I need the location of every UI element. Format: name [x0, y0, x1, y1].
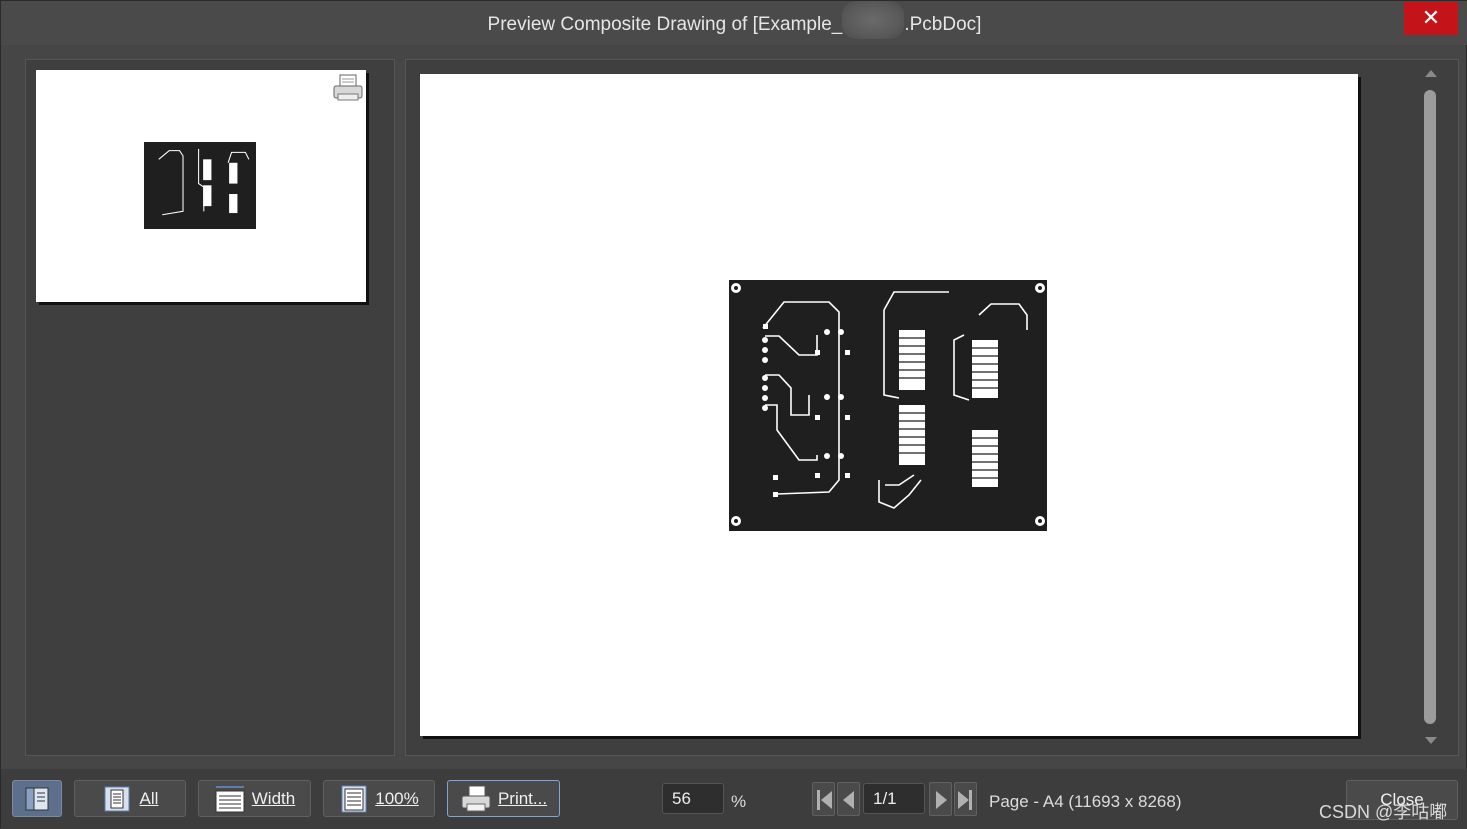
zoom-input[interactable]: 56 — [662, 783, 724, 814]
thumbnail-board — [144, 142, 256, 229]
scroll-down-icon[interactable] — [1425, 737, 1437, 744]
first-page-button[interactable] — [812, 782, 835, 816]
pcb-board — [729, 280, 1047, 531]
zoom-unit: % — [731, 792, 747, 811]
last-page-button[interactable] — [954, 782, 977, 816]
scroll-thumb[interactable] — [1424, 90, 1436, 724]
next-page-icon — [936, 791, 947, 809]
page-actual-size-icon — [341, 785, 367, 812]
previous-page-icon — [843, 791, 854, 809]
print-label: Print... — [497, 788, 548, 808]
page-fit-all-icon — [104, 786, 130, 811]
pcb-drawing — [731, 283, 1045, 526]
mounting-holes — [731, 283, 1045, 526]
printer-icon — [461, 785, 491, 811]
fit-all-label: All — [139, 788, 159, 808]
bottom-toolbar: All Width 100% Print... 56 % 1/1 Page - … — [1, 769, 1467, 829]
redacted-filename — [842, 1, 905, 39]
print-button[interactable]: Print... — [447, 780, 560, 817]
page-number-input[interactable]: 1/1 — [863, 783, 925, 814]
window-title: Preview Composite Drawing of [Example_ .P… — [1, 1, 1467, 39]
next-page-button[interactable] — [929, 782, 952, 816]
fit-width-button[interactable]: Width — [198, 780, 311, 817]
zoom-100-button[interactable]: 100% — [323, 780, 435, 817]
vertical-scrollbar[interactable] — [1422, 66, 1442, 752]
pads-left — [762, 324, 850, 497]
printer-icon — [333, 74, 363, 101]
thumbnail-board-drawing — [158, 148, 250, 216]
window-close-button[interactable]: ✕ — [1404, 2, 1458, 35]
title-suffix: .PcbDoc] — [904, 14, 982, 36]
fit-all-button[interactable]: All — [74, 780, 186, 817]
preview-window: Preview Composite Drawing of [Example_ .P… — [0, 0, 1467, 829]
title-prefix: Preview Composite Drawing of [Example_ — [487, 14, 843, 36]
scroll-up-icon[interactable] — [1425, 70, 1437, 77]
fit-width-label: Width — [251, 788, 296, 808]
title-bar: Preview Composite Drawing of [Example_ .P… — [1, 1, 1467, 45]
page-fit-width-icon — [215, 785, 245, 812]
zoom-100-label: 100% — [375, 788, 419, 808]
previous-page-button[interactable] — [837, 782, 860, 816]
page-info: Page - A4 (11693 x 8268) — [989, 792, 1182, 811]
preview-pane[interactable] — [405, 59, 1459, 756]
panel-toggle-icon — [25, 787, 49, 810]
toggle-thumbnails-button[interactable] — [12, 780, 62, 817]
last-page-icon — [969, 790, 972, 810]
thumbnail-page[interactable] — [36, 70, 366, 302]
watermark: CSDN @李咕嘟 — [1319, 802, 1448, 822]
first-page-icon — [817, 790, 820, 810]
thumbnail-pane[interactable] — [25, 59, 395, 756]
preview-page — [420, 74, 1358, 736]
